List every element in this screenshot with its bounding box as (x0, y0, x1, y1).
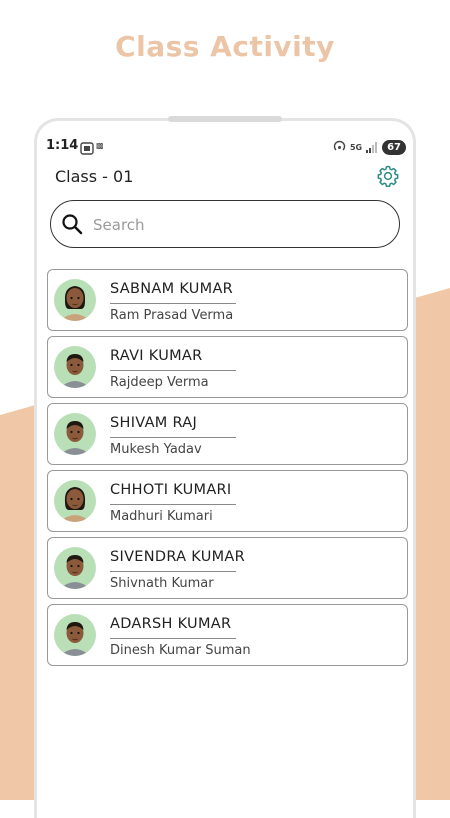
search-icon (61, 213, 83, 235)
parent-name: Mukesh Yadav (110, 442, 202, 457)
class-title: Class - 01 (55, 167, 134, 186)
student-card[interactable]: SABNAM KUMAR Ram Prasad Verma (47, 269, 408, 331)
student-card[interactable]: SIVENDRA KUMAR Shivnath Kumar (47, 537, 408, 599)
student-avatar (54, 279, 96, 321)
name-divider (110, 504, 236, 505)
student-name: SIVENDRA KUMAR (110, 549, 246, 565)
status-bar: 1:14 ▩ 5G 67 (46, 138, 406, 156)
settings-gear-icon[interactable] (376, 164, 400, 188)
name-divider (110, 370, 236, 371)
battery-indicator: 67 (382, 139, 406, 155)
status-right-icons: 5G 67 (333, 138, 406, 156)
parent-name: Ram Prasad Verma (110, 308, 234, 323)
student-list: SABNAM KUMAR Ram Prasad Verma RAVI KUMAR… (47, 269, 408, 671)
name-divider (110, 638, 236, 639)
hotspot-icon (333, 138, 346, 157)
phone-notch (168, 116, 282, 122)
parent-name: Shivnath Kumar (110, 576, 214, 591)
student-avatar (54, 480, 96, 522)
status-time: 1:14 (46, 138, 79, 153)
parent-name: Dinesh Kumar Suman (110, 643, 251, 658)
student-avatar (54, 614, 96, 656)
name-divider (110, 437, 236, 438)
student-card[interactable]: SHIVAM RAJ Mukesh Yadav (47, 403, 408, 465)
search-bar[interactable] (50, 200, 400, 248)
parent-name: Madhuri Kumari (110, 509, 213, 524)
student-name: CHHOTI KUMARI (110, 482, 232, 498)
name-divider (110, 571, 236, 572)
parent-name: Rajdeep Verma (110, 375, 209, 390)
student-name: RAVI KUMAR (110, 348, 203, 364)
student-name: ADARSH KUMAR (110, 616, 232, 632)
student-name: SHIVAM RAJ (110, 415, 198, 431)
student-card[interactable]: ADARSH KUMAR Dinesh Kumar Suman (47, 604, 408, 666)
student-card[interactable]: CHHOTI KUMARI Madhuri Kumari (47, 470, 408, 532)
screen-record-icon (80, 140, 94, 159)
student-avatar (54, 346, 96, 388)
student-avatar (54, 413, 96, 455)
student-name: SABNAM KUMAR (110, 281, 234, 297)
student-avatar (54, 547, 96, 589)
network-5g-icon: 5G (349, 142, 363, 152)
search-input[interactable] (91, 211, 385, 239)
hero-title: Class Activity (115, 30, 335, 63)
name-divider (110, 303, 236, 304)
signal-icon (366, 138, 378, 157)
notification-icon: ▩ (96, 141, 104, 150)
student-card[interactable]: RAVI KUMAR Rajdeep Verma (47, 336, 408, 398)
